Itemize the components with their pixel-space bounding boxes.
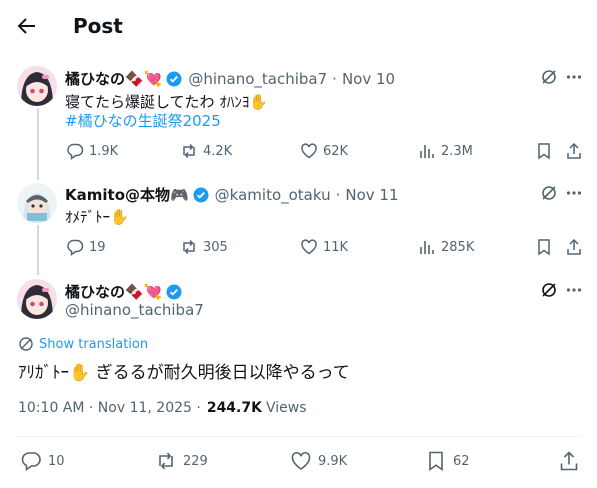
share-icon[interactable] (565, 142, 583, 160)
reply-icon (21, 452, 41, 472)
avatar[interactable] (17, 183, 57, 223)
post-text: ｱﾘｶﾞﾄｰ✋ ぎるるが耐久明後日以降やるって (18, 363, 350, 383)
verified-badge-icon (193, 187, 209, 203)
repost-button[interactable]: 4.2K (180, 142, 232, 160)
page-title: Post (73, 14, 123, 38)
like-button[interactable]: 11K (300, 238, 348, 256)
repost-count: 229 (183, 453, 208, 469)
views-button[interactable]: 285K (418, 238, 474, 256)
view-count: 285K (441, 239, 475, 255)
analytics-icon (420, 241, 434, 254)
repost-button[interactable]: 305 (180, 238, 228, 256)
reply-count: 19 (89, 239, 106, 255)
verified-badge-icon (166, 284, 182, 300)
grok-icon[interactable] (540, 68, 558, 86)
heart-icon (291, 452, 311, 470)
repost-count: 305 (203, 239, 228, 255)
avatar[interactable] (17, 279, 57, 319)
back-arrow-icon[interactable] (14, 14, 42, 42)
author-name[interactable]: Kamito@本物🎮 (65, 184, 189, 205)
show-translation-link[interactable]: Show translation (18, 336, 148, 352)
grok-icon[interactable] (540, 184, 558, 202)
repost-count: 4.2K (203, 143, 233, 159)
thread-line (37, 108, 39, 180)
more-options-icon[interactable] (565, 68, 583, 86)
author-handle[interactable]: @hinano_tachiba7 (188, 70, 327, 88)
bookmark-button[interactable]: 62 (425, 450, 470, 472)
repost-icon (183, 239, 195, 255)
like-count: 62K (323, 143, 349, 159)
views-button[interactable]: 2.3M (418, 142, 473, 160)
divider (16, 436, 581, 437)
post-text: 寝てたら爆誕してたわ ｵﾊﾝﾖ✋ (65, 93, 268, 111)
like-button[interactable]: 9.9K (290, 450, 347, 472)
like-count: 11K (323, 239, 349, 255)
like-button[interactable]: 62K (300, 142, 348, 160)
author-handle[interactable]: @kamito_otaku (215, 186, 331, 204)
translate-icon (18, 336, 34, 352)
share-icon (560, 451, 578, 471)
separator: · (335, 185, 341, 204)
author-name[interactable]: 橘ひなの🍫💘 (65, 281, 162, 302)
bookmark-count: 62 (453, 453, 470, 469)
author-handle[interactable]: @hinano_tachiba7 (65, 301, 204, 319)
reply-count: 1.9K (89, 143, 119, 159)
heart-icon (301, 143, 317, 159)
bookmark-icon (429, 451, 443, 472)
reply-button[interactable]: 19 (66, 238, 106, 256)
view-count: 2.3M (441, 143, 473, 159)
bookmark-icon[interactable] (535, 238, 553, 256)
views-label: Views (265, 400, 307, 416)
post-date[interactable]: Nov 11 (345, 186, 398, 204)
repost-icon (183, 143, 195, 159)
reply-button[interactable]: 10 (20, 450, 65, 472)
share-icon[interactable] (565, 238, 583, 256)
author-name[interactable]: 橘ひなの🍫💘 (65, 68, 162, 89)
reply-count: 10 (48, 453, 65, 469)
post-text: ｵﾒﾃﾞﾄｰ✋ (65, 208, 129, 226)
grok-icon[interactable] (540, 281, 558, 299)
post-metadata: 10:10 AM · Nov 11, 2025 · 244.7K Views (18, 400, 307, 416)
post-date[interactable]: Nov 10 (342, 70, 395, 88)
share-button[interactable] (558, 450, 586, 472)
repost-button[interactable]: 229 (155, 450, 208, 472)
views-count: 244.7K (206, 400, 262, 416)
separator: · (332, 69, 337, 88)
reply-icon (67, 143, 84, 160)
more-options-icon[interactable] (565, 184, 583, 202)
bookmark-icon[interactable] (535, 142, 553, 160)
post-timestamp[interactable]: 10:10 AM · Nov 11, 2025 · (18, 400, 201, 416)
analytics-icon (420, 145, 434, 158)
verified-badge-icon (166, 71, 182, 87)
repost-icon (159, 452, 173, 470)
like-count: 9.9K (318, 453, 348, 469)
reply-button[interactable]: 1.9K (66, 142, 118, 160)
reply-icon (67, 239, 84, 256)
hashtag-link[interactable]: #橘ひなの生誕祭2025 (65, 110, 221, 131)
more-options-icon[interactable] (565, 281, 583, 299)
avatar[interactable] (17, 66, 57, 106)
heart-icon (301, 239, 317, 255)
thread-line (37, 225, 39, 275)
show-translation-label: Show translation (39, 336, 149, 352)
